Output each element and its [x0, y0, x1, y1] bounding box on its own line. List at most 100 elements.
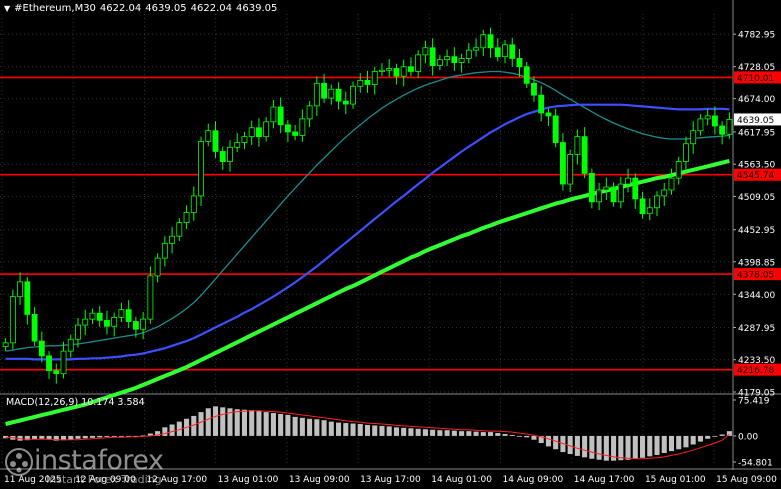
bull-candle [169, 235, 176, 244]
bear-candle [292, 131, 299, 136]
macd-histogram-bar [212, 406, 219, 436]
bear-candle [284, 124, 291, 133]
bull-candle [263, 121, 270, 138]
bull-candle [596, 189, 603, 203]
bear-candle [407, 66, 414, 72]
bear-candle [711, 115, 718, 127]
time-tick-label: 13 Aug 09:00 [289, 475, 350, 485]
bull-candle [234, 142, 241, 148]
macd-tick-label: -54.801 [738, 459, 773, 469]
current-price-label: 4639.05 [737, 116, 774, 126]
price-tick-label: 4287.95 [738, 324, 775, 334]
bear-candle [451, 56, 458, 63]
collapse-arrow-icon[interactable]: ▼ [4, 4, 10, 13]
macd-histogram-bar [336, 422, 342, 436]
macd-histogram-bar [422, 429, 428, 436]
macd-histogram-bar [234, 409, 240, 436]
bear-candle [538, 94, 545, 114]
macd-histogram-bar [401, 427, 407, 436]
bull-candle [436, 59, 443, 66]
macd-histogram-bar [82, 435, 88, 439]
bear-candle [581, 136, 588, 174]
macd-tick-label: 75.419 [738, 397, 770, 407]
bear-candle [545, 112, 552, 117]
price-tick-label: 4674.00 [738, 95, 775, 105]
macd-histogram-bar [719, 434, 725, 436]
bear-candle [559, 142, 566, 185]
bull-candle [183, 212, 190, 223]
macd-histogram-bar [466, 431, 472, 436]
bull-candle [386, 68, 393, 71]
bull-candle [67, 338, 74, 352]
bull-candle [379, 69, 385, 72]
bull-candle [646, 207, 653, 215]
bull-candle [313, 82, 320, 107]
bull-candle [400, 66, 407, 77]
bear-candle [104, 319, 110, 327]
bull-candle [147, 275, 154, 320]
macd-histogram-bar [668, 435, 675, 452]
bull-candle [205, 130, 212, 142]
bull-candle [697, 118, 704, 132]
macd-histogram-bar [661, 435, 667, 454]
bull-candle [654, 195, 660, 209]
bear-candle [588, 172, 595, 203]
bull-candle [299, 118, 306, 136]
macd-histogram-bar [618, 435, 624, 461]
macd-histogram-bar [386, 426, 392, 436]
level-label: 4710.01 [737, 74, 774, 84]
bull-candle [140, 318, 147, 330]
level-label: 4545.74 [737, 171, 774, 181]
bull-candle [190, 195, 197, 213]
bear-candle [393, 68, 400, 77]
macd-histogram-bar [89, 435, 96, 438]
bull-candle [603, 186, 610, 191]
bear-candle [531, 82, 537, 96]
bull-candle [661, 189, 668, 197]
bear-candle [38, 340, 45, 357]
macd-histogram-bar [589, 435, 595, 459]
bear-candle [523, 66, 530, 84]
bull-candle [161, 242, 168, 259]
macd-histogram-bar [516, 435, 523, 437]
macd-histogram-bar [205, 408, 211, 436]
macd-histogram-bar [299, 417, 305, 436]
macd-histogram-bar [198, 412, 204, 436]
macd-histogram-bar [104, 435, 110, 437]
bear-candle [632, 177, 639, 200]
bear-candle [321, 82, 328, 99]
instaforex-logo-icon [5, 448, 33, 476]
macd-tick-label: 0.00 [738, 432, 758, 442]
price-tick-label: 4452.95 [738, 226, 775, 236]
bear-candle [212, 130, 219, 152]
macd-histogram-bar [690, 435, 696, 445]
bull-candle [574, 136, 581, 155]
bull-candle [726, 119, 733, 135]
macd-histogram-bar [574, 435, 580, 456]
macd-histogram-bar [603, 435, 609, 461]
bull-candle [270, 106, 277, 123]
bull-candle [198, 140, 204, 197]
bear-candle [277, 106, 284, 126]
bull-candle [60, 350, 67, 375]
bull-candle [683, 143, 689, 162]
chart-title-bar: ▼ #Ethereum,M30 4622.04 4639.05 4622.04 … [4, 3, 277, 14]
macd-histogram-bar [480, 432, 486, 436]
bull-candle [465, 49, 472, 59]
macd-histogram-bar [437, 430, 443, 436]
bull-candle [2, 342, 9, 347]
macd-histogram-bar [256, 411, 262, 436]
bear-candle [509, 44, 516, 59]
price-tick-label: 4782.95 [738, 31, 775, 41]
macd-histogram-bar [495, 433, 501, 436]
bear-candle [335, 88, 342, 102]
macd-histogram-bar [364, 424, 371, 436]
price-chart[interactable]: 4782.954728.054674.004617.954563.504509.… [0, 0, 781, 489]
macd-histogram-bar [350, 423, 356, 436]
bull-candle [480, 34, 487, 49]
high-price: 4639.05 [145, 3, 187, 14]
macd-histogram-bar [697, 435, 703, 442]
bull-candle [75, 324, 81, 340]
bear-candle [53, 370, 60, 375]
bear-candle [719, 125, 726, 135]
